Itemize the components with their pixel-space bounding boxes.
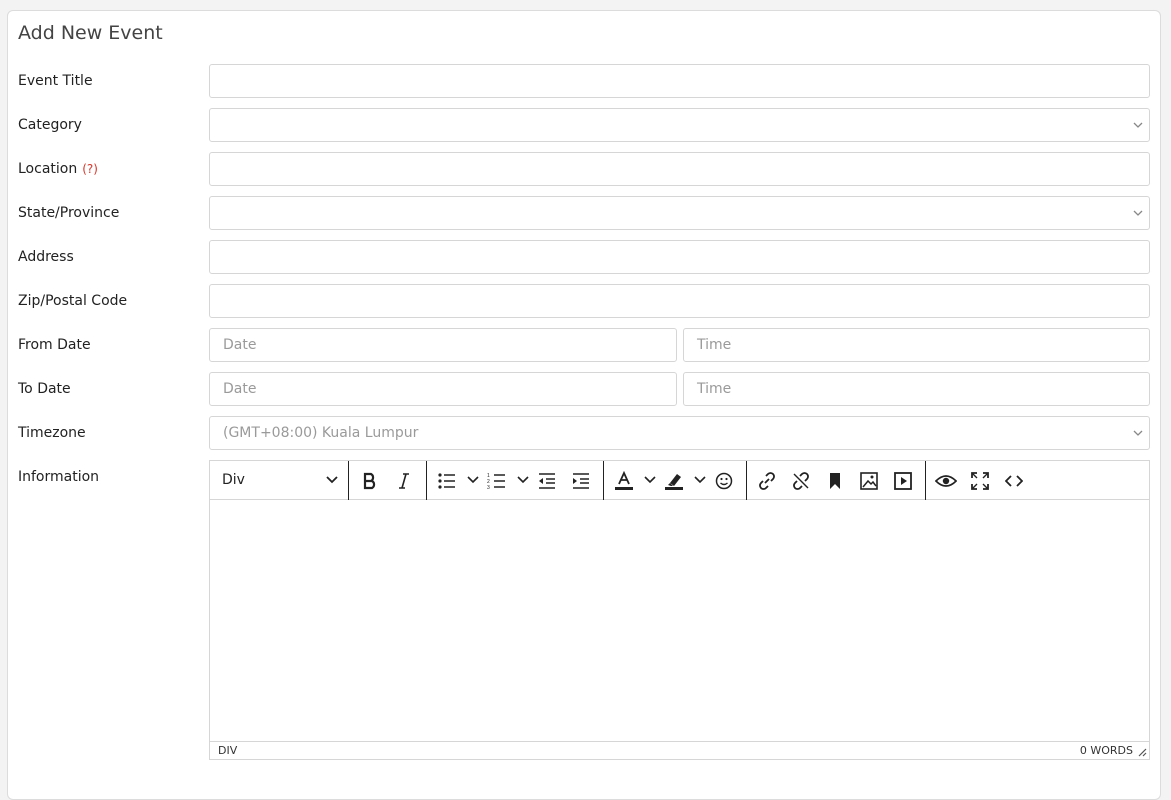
toolbar-divider: [746, 461, 747, 500]
chevron-down-icon[interactable]: [644, 475, 656, 485]
bookmark-icon[interactable]: [824, 470, 846, 492]
category-row: Category: [18, 108, 1150, 142]
resize-handle-icon[interactable]: [1137, 747, 1147, 757]
word-count: 0 WORDS: [1079, 744, 1133, 757]
event-title-input[interactable]: [209, 64, 1150, 98]
page-title: Add New Event: [18, 22, 163, 44]
bullet-list-icon[interactable]: [436, 470, 458, 492]
chevron-down-icon[interactable]: [517, 475, 529, 485]
svg-text:3: 3: [487, 485, 490, 490]
chevron-down-icon: [1133, 430, 1143, 436]
from-date-label: From Date: [18, 337, 91, 353]
information-label: Information: [18, 469, 100, 485]
state-select[interactable]: [209, 196, 1150, 230]
highlight-icon[interactable]: [663, 470, 685, 492]
indent-icon[interactable]: [570, 470, 592, 492]
rich-text-editor: Div 123 DIV 0 WORDS: [209, 460, 1150, 760]
from-date-row: From Date Date Time: [18, 328, 1150, 362]
block-format-select[interactable]: Div: [210, 461, 349, 500]
location-label: Location: [18, 161, 78, 177]
emoji-icon[interactable]: [713, 470, 735, 492]
editor-content-area[interactable]: [210, 501, 1149, 742]
state-row: State/Province: [18, 196, 1150, 230]
event-title-row: Event Title: [18, 64, 1150, 98]
editor-toolbar: Div 123: [210, 461, 1149, 500]
media-icon[interactable]: [892, 470, 914, 492]
to-date-input[interactable]: Date: [209, 372, 677, 406]
state-label: State/Province: [18, 205, 120, 221]
element-path[interactable]: DIV: [218, 744, 237, 757]
unlink-icon[interactable]: [790, 470, 812, 492]
add-event-panel: Add New Event Event Title Category Locat…: [7, 10, 1161, 800]
link-icon[interactable]: [756, 470, 778, 492]
address-input[interactable]: [209, 240, 1150, 274]
location-row: Location (?): [18, 152, 1150, 186]
from-date-input[interactable]: Date: [209, 328, 677, 362]
bold-icon[interactable]: [359, 470, 381, 492]
zip-label: Zip/Postal Code: [18, 293, 128, 309]
to-time-input[interactable]: Time: [683, 372, 1150, 406]
chevron-down-icon[interactable]: [467, 475, 479, 485]
from-time-input[interactable]: Time: [683, 328, 1150, 362]
chevron-down-icon: [326, 476, 338, 484]
address-row: Address: [18, 240, 1150, 274]
address-label: Address: [18, 249, 74, 265]
zip-row: Zip/Postal Code: [18, 284, 1150, 318]
block-format-value: Div: [222, 472, 245, 488]
timezone-row: Timezone (GMT+08:00) Kuala Lumpur: [18, 416, 1150, 450]
zip-input[interactable]: [209, 284, 1150, 318]
text-color-icon[interactable]: [613, 470, 635, 492]
location-input[interactable]: [209, 152, 1150, 186]
event-title-label: Event Title: [18, 73, 93, 89]
image-icon[interactable]: [858, 470, 880, 492]
category-select[interactable]: [209, 108, 1150, 142]
outdent-icon[interactable]: [536, 470, 558, 492]
chevron-down-icon: [1133, 122, 1143, 128]
timezone-label: Timezone: [18, 425, 86, 441]
information-row: Information Div 1 2 3 DIV 0 WORDS: [18, 460, 1150, 760]
toolbar-divider: [925, 461, 926, 500]
category-label: Category: [18, 117, 82, 133]
location-label-wrap: Location (?): [18, 152, 98, 186]
location-help-link[interactable]: (?): [82, 162, 98, 176]
timezone-select[interactable]: (GMT+08:00) Kuala Lumpur: [209, 416, 1150, 450]
editor-statusbar: DIV 0 WORDS: [210, 741, 1149, 759]
timezone-value: (GMT+08:00) Kuala Lumpur: [223, 425, 419, 441]
toolbar-divider: [426, 461, 427, 500]
toolbar-divider: [603, 461, 604, 500]
fullscreen-icon[interactable]: [969, 470, 991, 492]
chevron-down-icon[interactable]: [694, 475, 706, 485]
preview-icon[interactable]: [935, 470, 957, 492]
chevron-down-icon: [1133, 210, 1143, 216]
source-code-icon[interactable]: [1003, 470, 1025, 492]
italic-icon[interactable]: [393, 470, 415, 492]
numbered-list-icon[interactable]: 123: [486, 470, 508, 492]
to-date-row: To Date Date Time: [18, 372, 1150, 406]
to-date-label: To Date: [18, 381, 71, 397]
